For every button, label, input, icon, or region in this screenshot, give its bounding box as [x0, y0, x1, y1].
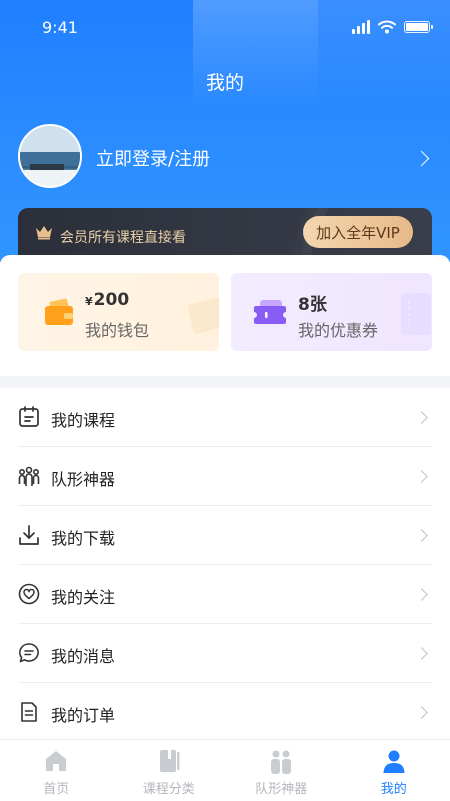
menu-list: 我的课程 队形神器 我的下载 我的关注 [0, 388, 450, 742]
crown-icon [34, 224, 54, 240]
wallet-label: 我的钱包 [85, 317, 149, 341]
menu-item-label: 我的订单 [51, 702, 115, 726]
cellular-signal-icon [352, 20, 370, 34]
menu-item-label: 我的关注 [51, 584, 115, 608]
chevron-right-icon [415, 529, 428, 542]
menu-item-my-downloads[interactable]: 我的下载 [18, 506, 432, 565]
course-calendar-icon [18, 406, 40, 428]
avatar-photo [20, 126, 80, 186]
wallet-card[interactable]: ¥200 我的钱包 [18, 273, 219, 351]
menu-item-label: 队形神器 [51, 466, 115, 490]
chevron-right-icon [415, 588, 428, 601]
coupon-card[interactable]: 8张 我的优惠券 [231, 273, 432, 351]
asset-cards: ¥200 我的钱包 8张 我的优惠券 [0, 255, 450, 376]
wifi-icon [378, 20, 396, 34]
tab-label: 队形神器 [225, 778, 338, 797]
join-vip-button[interactable]: 加入全年VIP [303, 216, 413, 248]
vip-tagline: 会员所有课程直接看 [60, 227, 186, 247]
menu-item-label: 我的课程 [51, 407, 115, 431]
status-bar: 9:41 [0, 0, 450, 56]
order-document-icon [18, 701, 40, 723]
chevron-right-icon [415, 470, 428, 483]
chevron-right-icon[interactable] [414, 151, 430, 167]
avatar[interactable] [18, 124, 82, 188]
menu-item-formation-tool[interactable]: 队形神器 [18, 447, 432, 506]
menu-item-my-courses[interactable]: 我的课程 [18, 388, 432, 447]
tab-formation-tool[interactable]: 队形神器 [225, 740, 338, 801]
tab-home[interactable]: 首页 [0, 740, 113, 801]
bottom-tab-bar: 首页 课程分类 队形神器 我的 [0, 739, 450, 801]
person-icon [382, 749, 406, 773]
status-icons [352, 20, 430, 34]
coupon-count: 8张 [298, 290, 327, 315]
page-title: 我的 [0, 68, 450, 95]
coupon-watermark [399, 291, 432, 337]
chevron-right-icon [415, 706, 428, 719]
tab-mine[interactable]: 我的 [338, 740, 450, 801]
chevron-right-icon [415, 411, 428, 424]
menu-item-label: 我的下载 [51, 525, 115, 549]
wallet-amount: ¥200 [85, 290, 129, 310]
vip-banner[interactable]: 会员所有课程直接看 加入全年VIP [18, 208, 432, 262]
battery-icon [404, 21, 430, 33]
tab-label: 首页 [0, 778, 113, 797]
menu-item-my-orders[interactable]: 我的订单 [18, 683, 432, 742]
wallet-watermark [186, 293, 219, 337]
tab-label: 课程分类 [113, 778, 226, 797]
home-icon [43, 749, 69, 773]
status-time: 9:41 [42, 18, 78, 37]
login-register-link[interactable]: 立即登录/注册 [96, 145, 210, 171]
menu-item-my-follows[interactable]: 我的关注 [18, 565, 432, 624]
section-divider [0, 376, 450, 388]
profile-header: 9:41 我的 立即登录/注册 会员所有课程直接看 [0, 0, 450, 262]
coupon-label: 我的优惠券 [298, 317, 378, 341]
formation-people-icon [268, 749, 294, 775]
menu-item-my-messages[interactable]: 我的消息 [18, 624, 432, 683]
message-icon [18, 642, 40, 664]
tab-label: 我的 [338, 778, 450, 797]
ticket-icon [253, 298, 287, 326]
wallet-icon [44, 298, 74, 326]
chevron-right-icon [415, 647, 428, 660]
menu-item-label: 我的消息 [51, 643, 115, 667]
download-icon [18, 524, 40, 546]
heart-icon [18, 583, 40, 605]
tab-course-categories[interactable]: 课程分类 [113, 740, 226, 801]
book-icon [157, 749, 181, 773]
group-people-icon [18, 465, 40, 487]
